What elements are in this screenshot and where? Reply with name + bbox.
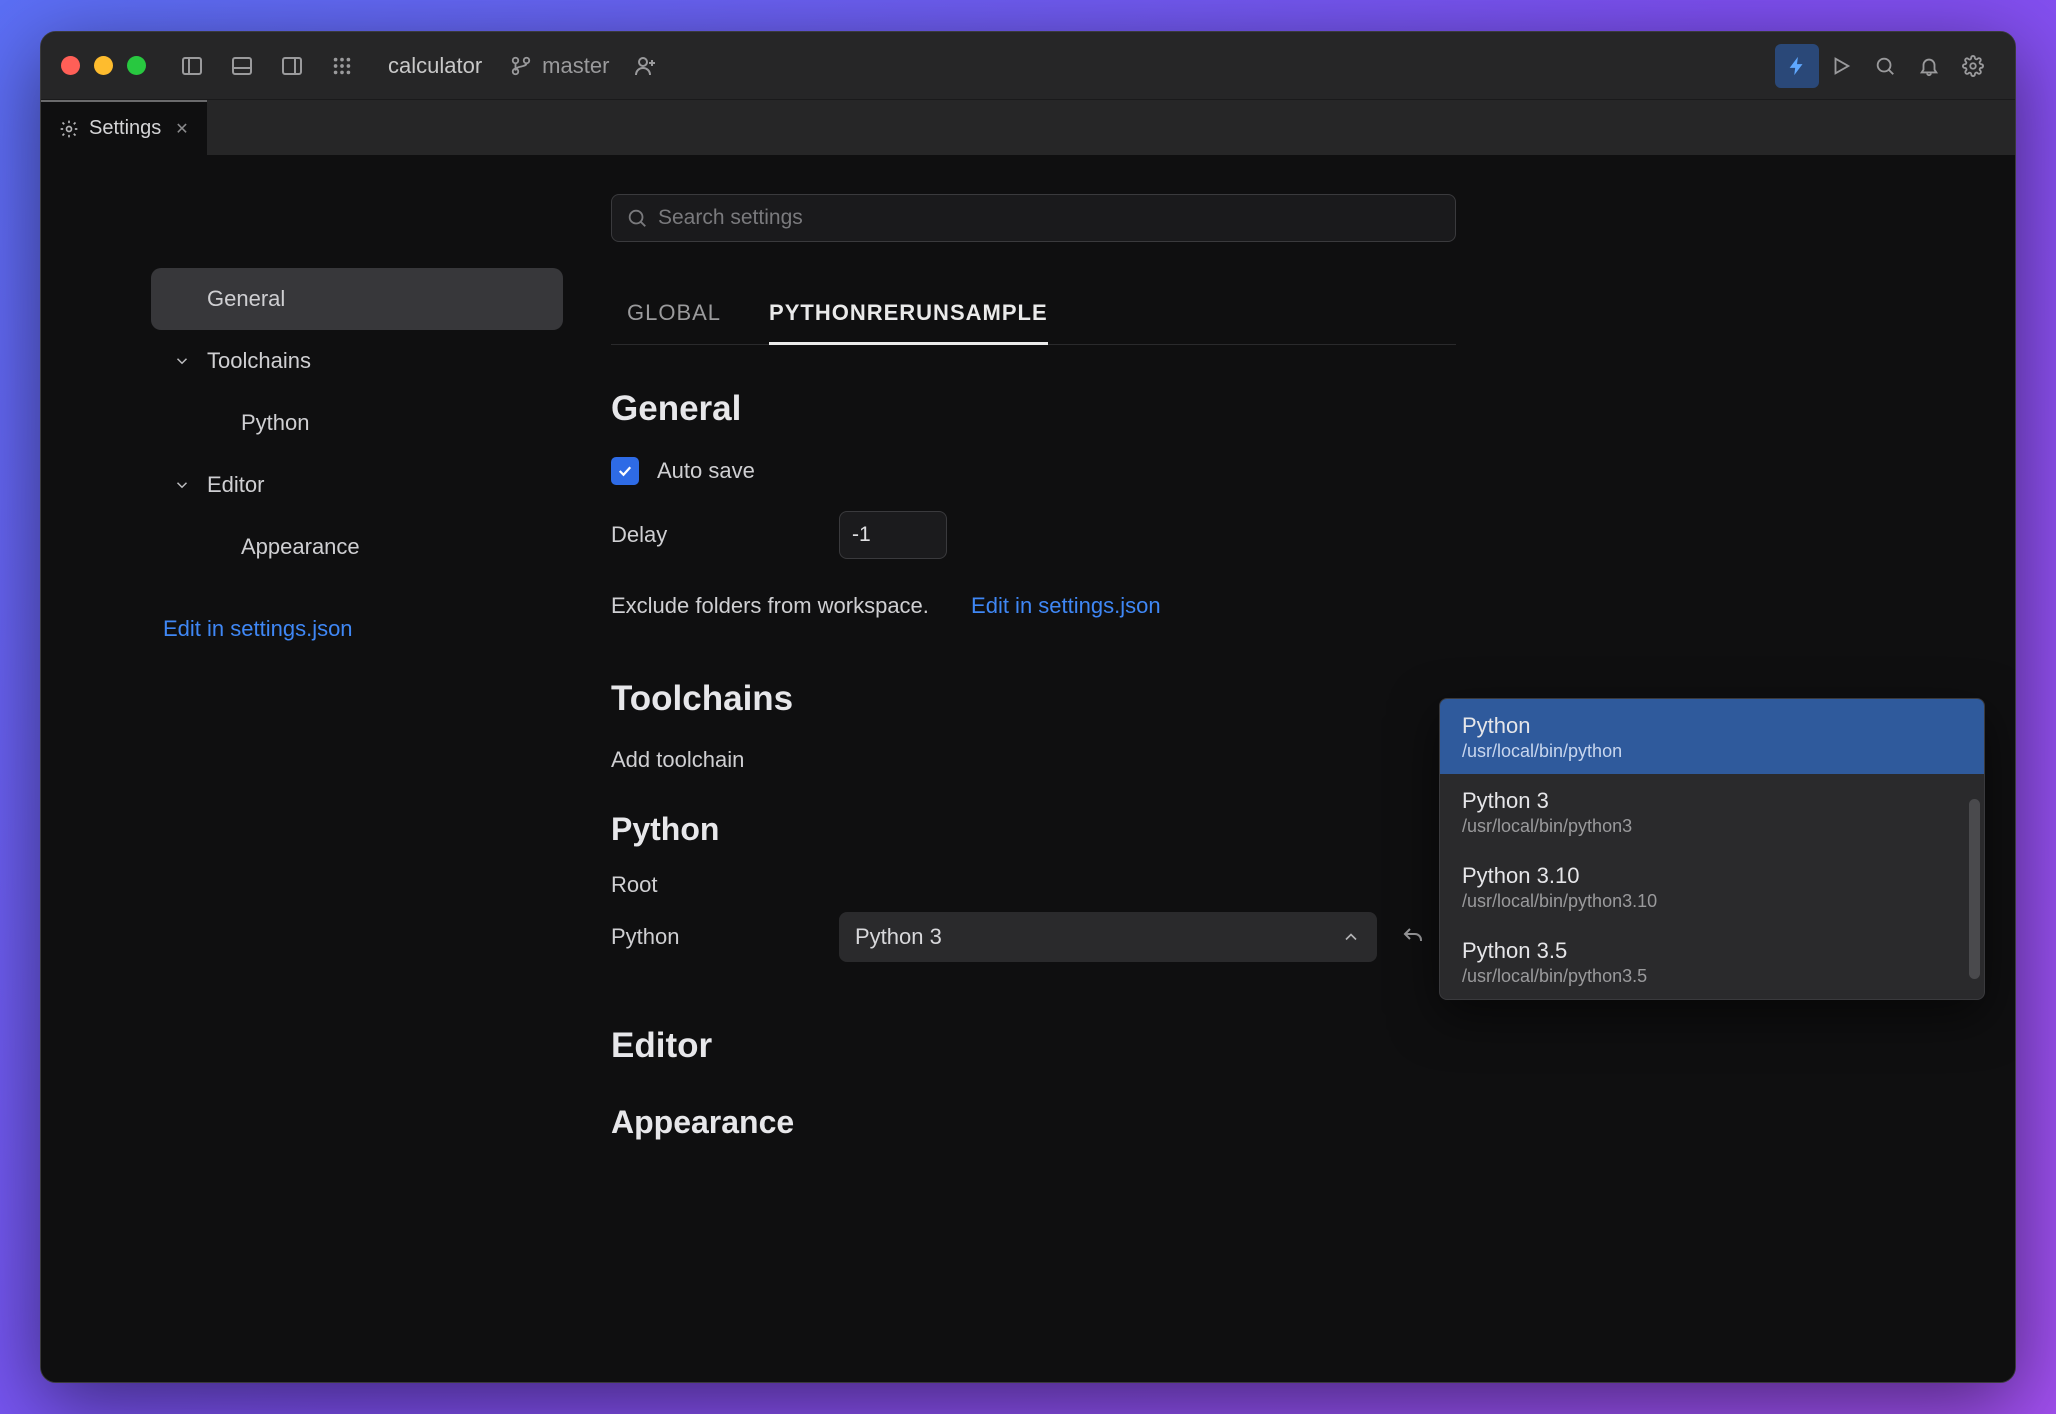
project-name[interactable]: calculator <box>374 53 496 79</box>
sidebar-item-general[interactable]: General <box>151 268 563 330</box>
toggle-left-panel-button[interactable] <box>170 44 214 88</box>
fullscreen-window-button[interactable] <box>127 56 146 75</box>
tab-settings[interactable]: Settings ✕ <box>41 100 207 155</box>
settings-button[interactable] <box>1951 44 1995 88</box>
edit-settings-json-link[interactable]: Edit in settings.json <box>151 616 563 642</box>
section-title: Editor <box>611 1026 1456 1066</box>
sidebar-item-toolchains[interactable]: Toolchains <box>151 330 563 392</box>
tab-title: Settings <box>89 117 161 140</box>
dropdown-option[interactable]: Python 3.10 /usr/local/bin/python3.10 <box>1440 849 1984 924</box>
add-collaborator-button[interactable] <box>623 44 667 88</box>
minimize-window-button[interactable] <box>94 56 113 75</box>
sidebar-item-python[interactable]: Python <box>151 392 563 454</box>
option-name: Python <box>1462 713 1962 739</box>
section-title: Toolchains <box>611 679 1456 719</box>
exclude-edit-link[interactable]: Edit in settings.json <box>971 593 1161 619</box>
settings-sidebar: General Toolchains Python Editor <box>41 156 601 1382</box>
delay-input[interactable] <box>839 511 947 559</box>
grid-menu-button[interactable] <box>320 44 364 88</box>
lightning-button[interactable] <box>1775 44 1819 88</box>
python-label: Python <box>611 924 821 950</box>
sidebar-item-label: Toolchains <box>207 348 311 374</box>
python-version-select[interactable]: Python 3 <box>839 912 1377 962</box>
option-name: Python 3.5 <box>1462 938 1962 964</box>
setting-root: Root <box>611 872 1456 898</box>
gear-icon <box>59 119 79 139</box>
chevron-down-icon <box>173 352 191 370</box>
dropdown-option[interactable]: Python 3 /usr/local/bin/python3 <box>1440 774 1984 849</box>
toggle-right-panel-button[interactable] <box>270 44 314 88</box>
sidebar-item-label: General <box>207 286 285 312</box>
sidebar-item-label: Editor <box>207 472 264 498</box>
setting-python-version: Python Python 3 <box>611 912 1456 962</box>
option-path: /usr/local/bin/python3.5 <box>1462 966 1962 987</box>
sidebar-item-editor[interactable]: Editor <box>151 454 563 516</box>
sidebar-item-label: Appearance <box>241 534 360 560</box>
tab-global[interactable]: GLOBAL <box>627 286 721 344</box>
branch-name: master <box>542 53 609 79</box>
sidebar-item-appearance[interactable]: Appearance <box>151 516 563 578</box>
section-toolchains: Toolchains Add toolchain Python Root Pyt… <box>611 679 1456 962</box>
subsection-python: Python <box>611 811 1456 848</box>
section-title: General <box>611 389 1456 429</box>
section-general: General Auto save Delay Exclude folders … <box>611 389 1456 619</box>
select-value: Python 3 <box>855 924 942 950</box>
dropdown-option[interactable]: Python 3.5 /usr/local/bin/python3.5 <box>1440 924 1984 999</box>
undo-icon <box>1401 925 1425 949</box>
notifications-button[interactable] <box>1907 44 1951 88</box>
dropdown-option[interactable]: Python /usr/local/bin/python <box>1440 699 1984 774</box>
setting-delay: Delay <box>611 511 1456 559</box>
python-version-dropdown: Python /usr/local/bin/python Python 3 /u… <box>1439 698 1985 1000</box>
option-path: /usr/local/bin/python <box>1462 741 1962 762</box>
chevron-down-icon <box>173 476 191 494</box>
setting-exclude-folders: Exclude folders from workspace. Edit in … <box>611 593 1456 619</box>
auto-save-label: Auto save <box>657 458 755 484</box>
search-input[interactable] <box>658 206 1441 230</box>
app-window: calculator master Settings ✕ <box>40 31 2016 1383</box>
option-name: Python 3.10 <box>1462 863 1962 889</box>
toggle-bottom-panel-button[interactable] <box>220 44 264 88</box>
close-icon[interactable]: ✕ <box>175 119 188 139</box>
search-icon <box>626 207 648 229</box>
chevron-up-icon <box>1341 927 1361 947</box>
setting-auto-save: Auto save <box>611 457 1456 485</box>
subsection-appearance: Appearance <box>611 1104 1456 1141</box>
add-toolchain-label: Add toolchain <box>611 747 744 773</box>
scope-tabs: GLOBAL PYTHONRERUNSAMPLE <box>611 286 1456 345</box>
option-path: /usr/local/bin/python3 <box>1462 816 1962 837</box>
auto-save-checkbox[interactable] <box>611 457 639 485</box>
exclude-folders-text: Exclude folders from workspace. <box>611 593 929 619</box>
root-label: Root <box>611 872 821 898</box>
tab-local[interactable]: PYTHONRERUNSAMPLE <box>769 286 1048 344</box>
main-area: General Toolchains Python Editor <box>41 156 2015 1382</box>
window-controls <box>61 56 146 75</box>
setting-add-toolchain: Add toolchain <box>611 747 1456 773</box>
branch-icon <box>510 55 532 77</box>
settings-content: GLOBAL PYTHONRERUNSAMPLE General Auto sa… <box>601 156 2015 1382</box>
option-path: /usr/local/bin/python3.10 <box>1462 891 1962 912</box>
delay-label: Delay <box>611 522 821 548</box>
titlebar: calculator master <box>41 32 2015 100</box>
section-editor: Editor Appearance <box>611 1026 1456 1141</box>
settings-search[interactable] <box>611 194 1456 242</box>
vcs-branch[interactable]: master <box>496 53 623 79</box>
reset-button[interactable] <box>1395 925 1431 949</box>
option-name: Python 3 <box>1462 788 1962 814</box>
scrollbar-thumb[interactable] <box>1969 799 1980 979</box>
search-button[interactable] <box>1863 44 1907 88</box>
close-window-button[interactable] <box>61 56 80 75</box>
editor-tabs: Settings ✕ <box>41 100 2015 156</box>
run-button[interactable] <box>1819 44 1863 88</box>
sidebar-item-label: Python <box>241 410 310 436</box>
